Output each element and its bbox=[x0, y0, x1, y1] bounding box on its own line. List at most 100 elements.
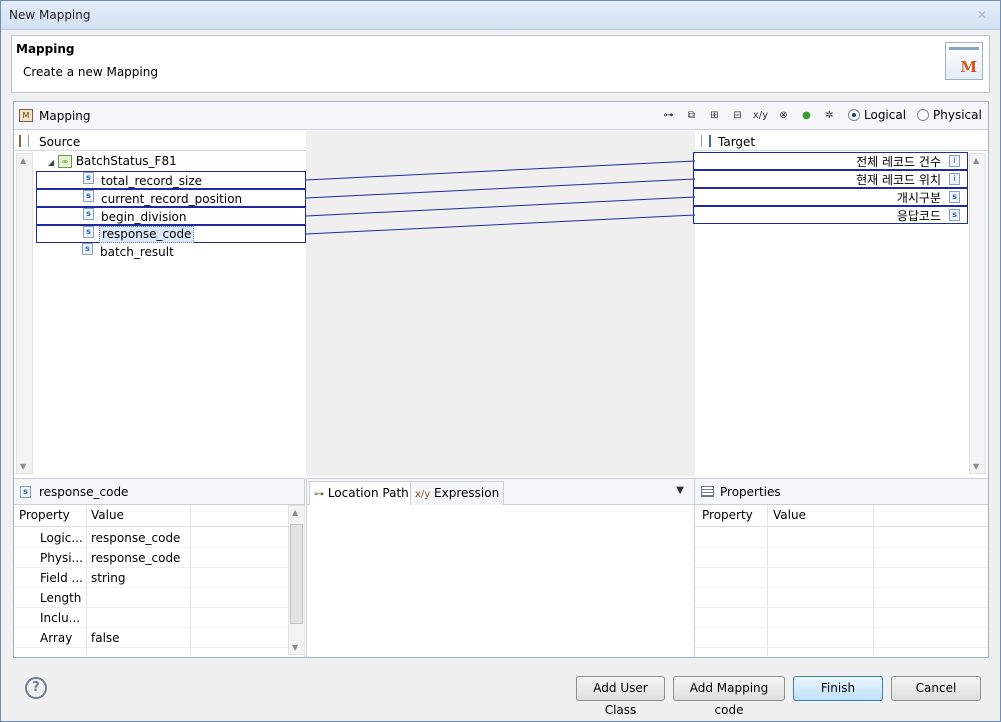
connect-icon[interactable]: ⊶ bbox=[660, 108, 677, 124]
source-field-row[interactable]: s current_record_position bbox=[36, 189, 306, 207]
string-field-icon: s bbox=[949, 191, 960, 203]
cancel-button[interactable]: Cancel bbox=[891, 676, 981, 701]
target-pane: Target ▲ ▼ 전체 레코드 건수 i 현재 레코드 위치 i 개시구분 … bbox=[693, 131, 988, 476]
empty-row bbox=[695, 588, 988, 608]
mapping-lines bbox=[306, 160, 695, 235]
col-property: Property bbox=[702, 508, 753, 522]
empty-row bbox=[695, 608, 988, 628]
properties-grid-header: Property Value bbox=[14, 505, 304, 527]
properties-scrollbar[interactable]: ▲ ▼ bbox=[288, 505, 305, 655]
target-field-row[interactable]: 현재 레코드 위치 i bbox=[693, 170, 968, 188]
class-icon: ∞ bbox=[57, 155, 72, 168]
property-row[interactable]: Logic... response_code bbox=[14, 528, 304, 548]
target-field-row[interactable]: 전체 레코드 건수 i bbox=[693, 152, 968, 170]
string-field-icon: s bbox=[83, 190, 94, 202]
property-value: response_code bbox=[91, 531, 181, 545]
mapping-line[interactable] bbox=[306, 214, 695, 235]
mapping-canvas bbox=[306, 131, 695, 476]
source-field-label: batch_result bbox=[100, 245, 174, 259]
help-icon[interactable]: ? bbox=[25, 677, 47, 699]
source-field-row[interactable]: s batch_result bbox=[36, 243, 306, 261]
collapse-icon[interactable]: ● bbox=[798, 108, 815, 124]
mapping-toolbar: M Mapping ⊶ ⧉ ⊞ ⊟ x/y ⊗ ● ✲ Logical Phys… bbox=[14, 102, 988, 130]
window-title: New Mapping bbox=[9, 8, 91, 22]
target-field-row[interactable]: 응답코드 s bbox=[693, 206, 968, 224]
property-name: Length bbox=[40, 591, 82, 605]
expand-arrow-icon[interactable]: ◢ bbox=[48, 158, 54, 167]
field-properties-panel: s response_code Property Value Logic... … bbox=[14, 478, 305, 657]
location-path-icon: ⊶ bbox=[314, 489, 324, 500]
wizard-header: Mapping Create a new Mapping M bbox=[11, 35, 990, 93]
integer-field-icon: i bbox=[949, 155, 960, 167]
col-property: Property bbox=[19, 508, 70, 522]
wizard-description: Create a new Mapping bbox=[23, 65, 158, 79]
property-row[interactable]: Physi... response_code bbox=[14, 548, 304, 568]
radio-dot bbox=[848, 109, 860, 121]
mapping-line[interactable] bbox=[306, 178, 695, 199]
property-row[interactable]: Length bbox=[14, 588, 304, 608]
string-field-icon: s bbox=[949, 209, 960, 221]
property-row[interactable]: Array false bbox=[14, 628, 304, 648]
string-field-icon: s bbox=[83, 226, 94, 238]
mapping-label: Mapping bbox=[39, 109, 91, 123]
close-icon[interactable]: ✕ bbox=[974, 9, 990, 21]
mode-physical-label: Physical bbox=[933, 108, 982, 122]
col-value: Value bbox=[91, 508, 124, 522]
target-field-row[interactable]: 개시구분 s bbox=[693, 188, 968, 206]
property-value: response_code bbox=[91, 551, 181, 565]
target-label: Target bbox=[718, 135, 756, 149]
field-properties-header: s response_code bbox=[14, 478, 304, 505]
source-field-label: response_code bbox=[99, 226, 195, 243]
property-name: Field ... bbox=[40, 571, 83, 585]
empty-row bbox=[695, 528, 988, 548]
remove-mapping-icon[interactable]: ⊗ bbox=[775, 108, 792, 124]
expression-tab-bar: ⊶ Location Path x/y Expression ▼ bbox=[307, 478, 694, 505]
property-row[interactable]: Inclu... bbox=[14, 608, 304, 628]
tab-location-path[interactable]: ⊶ Location Path bbox=[309, 481, 414, 505]
source-label: Source bbox=[39, 135, 81, 149]
expression-icon[interactable]: x/y bbox=[752, 108, 769, 124]
empty-row bbox=[695, 548, 988, 568]
map-children-icon[interactable]: ⊞ bbox=[706, 108, 723, 124]
source-root-node[interactable]: ◢ ∞ BatchStatus_F81 bbox=[48, 152, 177, 170]
title-bar: New Mapping ✕ bbox=[1, 1, 1000, 30]
target-icon bbox=[701, 135, 711, 147]
properties-header: Properties bbox=[695, 478, 988, 505]
chevron-down-icon[interactable]: ▼ bbox=[676, 485, 684, 496]
empty-row bbox=[695, 568, 988, 588]
properties-icon bbox=[701, 486, 714, 497]
source-field-row[interactable]: s begin_division bbox=[36, 207, 306, 225]
expression-icon: x/y bbox=[415, 489, 431, 500]
settings-icon[interactable]: ✲ bbox=[821, 108, 838, 124]
auto-map-icon[interactable]: ⧉ bbox=[683, 108, 700, 124]
mapping-editor: M Mapping ⊶ ⧉ ⊞ ⊟ x/y ⊗ ● ✲ Logical Phys… bbox=[13, 101, 989, 658]
properties-title: Properties bbox=[720, 485, 781, 499]
source-scrollbar[interactable]: ▲ ▼ bbox=[16, 153, 33, 474]
tab-expression[interactable]: x/y Expression bbox=[410, 481, 505, 505]
mapping-wizard-icon: M bbox=[945, 42, 983, 80]
property-name: Logic... bbox=[40, 531, 83, 545]
properties-panel: Properties Property Value bbox=[695, 478, 988, 657]
tab-expression-label: Expression bbox=[434, 486, 500, 500]
string-field-icon: s bbox=[20, 486, 31, 498]
map-sibling-icon[interactable]: ⊟ bbox=[729, 108, 746, 124]
source-pane: Source ▲ ▼ ◢ ∞ BatchStatus_F81 s total_r… bbox=[14, 131, 306, 476]
mode-physical-radio[interactable]: Physical bbox=[917, 108, 982, 122]
mapping-line[interactable] bbox=[306, 196, 695, 217]
source-field-row[interactable]: s total_record_size bbox=[36, 171, 306, 189]
field-properties-title: response_code bbox=[39, 485, 129, 499]
source-field-label: total_record_size bbox=[101, 174, 203, 188]
mode-logical-radio[interactable]: Logical bbox=[848, 108, 906, 122]
property-name: Inclu... bbox=[40, 611, 81, 625]
source-field-label: current_record_position bbox=[101, 192, 243, 206]
wizard-title: Mapping bbox=[16, 42, 75, 56]
finish-button[interactable]: Finish bbox=[793, 676, 883, 701]
source-field-row-selected[interactable]: s response_code bbox=[36, 225, 306, 243]
property-name: Physi... bbox=[40, 551, 83, 565]
target-scrollbar[interactable]: ▲ ▼ bbox=[969, 153, 986, 474]
mapping-line[interactable] bbox=[306, 160, 695, 181]
mode-logical-label: Logical bbox=[864, 108, 907, 122]
property-row[interactable]: Field ... string bbox=[14, 568, 304, 588]
add-mapping-code-button[interactable]: Add Mapping code bbox=[673, 676, 785, 717]
add-user-class-button[interactable]: Add User Class bbox=[576, 676, 665, 717]
